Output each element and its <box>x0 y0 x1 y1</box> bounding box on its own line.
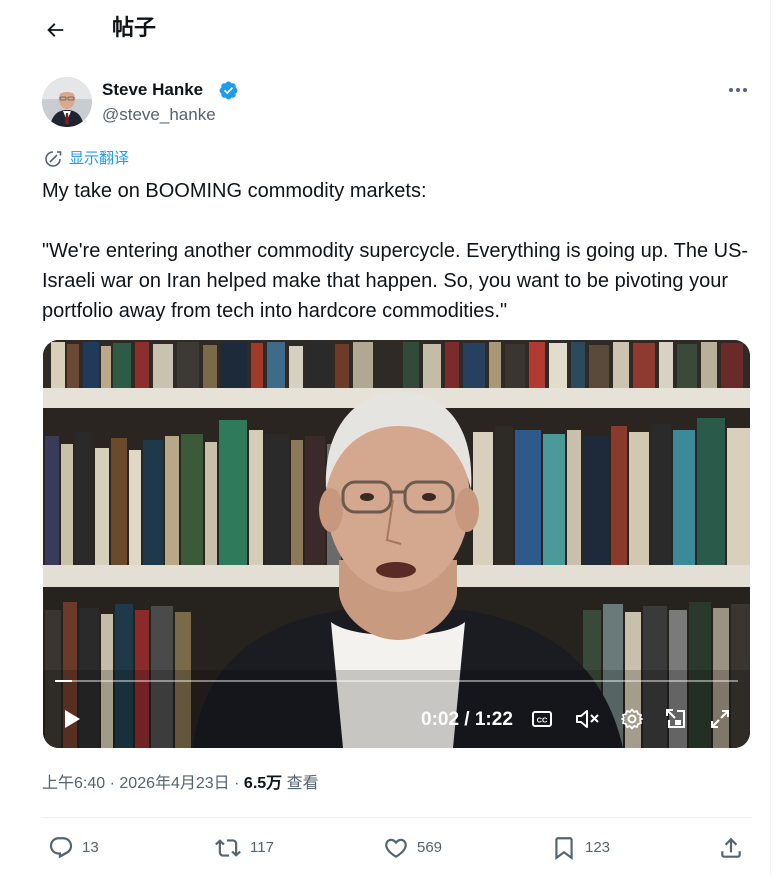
fullscreen-button[interactable] <box>707 706 733 732</box>
page-title: 帖子 <box>112 15 157 40</box>
like-count: 569 <box>417 839 443 856</box>
back-arrow-icon <box>47 23 64 37</box>
play-button[interactable] <box>59 706 85 732</box>
play-icon <box>65 710 80 728</box>
avatar[interactable] <box>42 77 92 127</box>
tweet-quote: "We're entering another commodity superc… <box>42 240 749 322</box>
picture-in-picture-button[interactable] <box>663 706 689 732</box>
translate-link[interactable]: 显示翻译 <box>43 148 129 170</box>
meta-separator: · <box>109 775 115 792</box>
repost-button[interactable]: 117 <box>214 833 274 863</box>
captions-icon: CC <box>532 711 552 727</box>
more-icon <box>729 88 747 92</box>
settings-icon <box>621 708 643 730</box>
translate-label: 显示翻译 <box>69 150 130 167</box>
fullscreen-icon <box>711 710 729 728</box>
author-name[interactable]: Steve Hanke <box>102 79 203 101</box>
svg-text:CC: CC <box>537 716 548 725</box>
meta-separator: · <box>234 775 240 792</box>
pip-icon <box>666 709 685 728</box>
reply-count: 13 <box>82 839 99 856</box>
back-button[interactable] <box>38 13 72 47</box>
share-icon <box>721 837 741 858</box>
bookmark-icon <box>555 837 573 860</box>
tweet-text: My take on BOOMING commodity markets: "W… <box>42 176 758 326</box>
views-count: 6.5万 <box>243 775 283 792</box>
tweet-time[interactable]: 上午6:40 <box>42 775 105 792</box>
tweet-meta: 上午6:40 · 2026年4月23日 · 6.5万 查看 <box>42 773 319 795</box>
settings-button[interactable] <box>619 706 645 732</box>
more-button[interactable] <box>722 78 754 102</box>
like-button[interactable]: 569 <box>383 833 442 863</box>
video-frame <box>43 340 750 748</box>
repost-icon <box>215 839 241 857</box>
video-time: 0:02 / 1:22 <box>421 709 513 730</box>
author-handle[interactable]: @steve_hanke <box>102 104 216 126</box>
reply-button[interactable]: 13 <box>48 833 99 863</box>
share-button[interactable] <box>718 833 744 863</box>
mute-button[interactable] <box>573 706 601 732</box>
divider <box>42 817 752 818</box>
tweet-line: My take on BOOMING commodity markets: <box>42 180 427 202</box>
verified-badge-icon <box>219 81 238 100</box>
page-header: 帖子 <box>0 0 770 58</box>
tweet-date[interactable]: 2026年4月23日 <box>119 775 229 792</box>
bookmark-count: 123 <box>585 839 611 856</box>
video-player[interactable]: 0:02 / 1:22 CC <box>43 340 750 748</box>
like-icon <box>385 838 407 858</box>
column-border <box>770 0 771 875</box>
video-progress-fill <box>55 680 73 682</box>
reply-icon <box>49 837 73 859</box>
repost-count: 117 <box>250 839 274 856</box>
translate-icon <box>45 151 62 167</box>
captions-button[interactable]: CC <box>529 706 555 732</box>
video-progress-bar[interactable] <box>55 680 738 682</box>
bookmark-button[interactable]: 123 <box>551 833 610 863</box>
views-label: 查看 <box>286 775 319 792</box>
mute-icon <box>576 710 599 728</box>
